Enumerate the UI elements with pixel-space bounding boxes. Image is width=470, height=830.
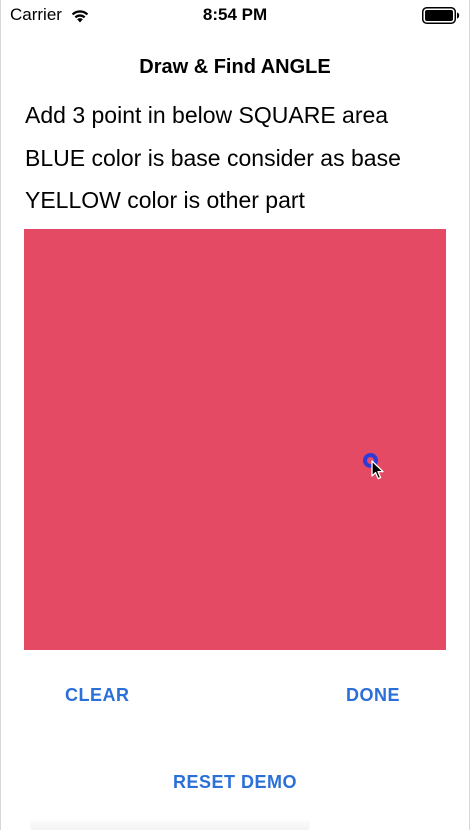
page-title: Draw & Find ANGLE [139, 56, 331, 78]
clear-button[interactable]: CLEAR [65, 684, 130, 706]
instruction-line-3: YELLOW color is other part [25, 187, 305, 213]
done-button[interactable]: DONE [346, 684, 400, 706]
reset-demo-button[interactable]: RESET DEMO [0, 771, 470, 793]
status-bar: Carrier 8:54 PM [0, 0, 470, 30]
battery-icon [422, 7, 460, 24]
instruction-line-2: BLUE color is base consider as base [25, 145, 401, 171]
bottom-shadow [30, 818, 310, 830]
drawing-square-area[interactable] [24, 229, 446, 650]
app-screen: Carrier 8:54 PM Draw & Find ANGLE Add 3 … [0, 0, 470, 830]
status-time: 8:54 PM [202, 5, 268, 24]
instruction-line-1: Add 3 point in below SQUARE area [25, 102, 389, 128]
arrow-cursor-icon [371, 460, 384, 480]
